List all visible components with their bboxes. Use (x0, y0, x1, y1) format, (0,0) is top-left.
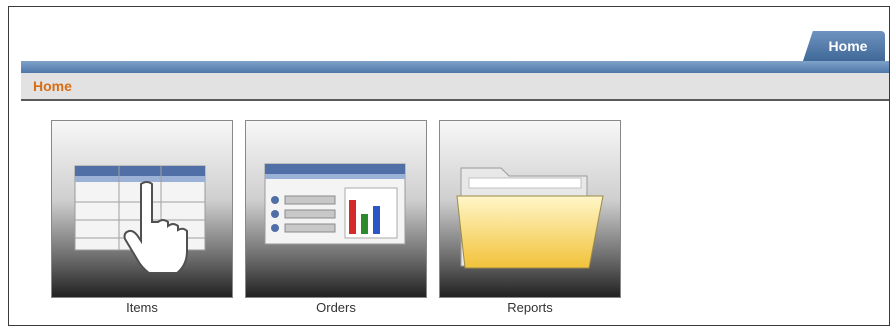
reports-tile[interactable]: Reports (439, 120, 621, 315)
list-chart-icon (264, 163, 406, 245)
header-bar (21, 61, 889, 73)
tab-home[interactable]: Home (803, 31, 885, 61)
tab-home-label: Home (828, 38, 868, 54)
folder-icon (456, 167, 604, 269)
breadcrumb-bar: Home (21, 73, 889, 101)
breadcrumb[interactable]: Home (33, 78, 72, 94)
app-frame: Home Home Items Orders Reports (8, 6, 890, 326)
items-tile-label: Items (126, 300, 158, 315)
orders-tile[interactable]: Orders (245, 120, 427, 315)
reports-tile-label: Reports (507, 300, 553, 315)
table-hand-icon (74, 165, 206, 274)
orders-tile-label: Orders (316, 300, 356, 315)
items-tile[interactable]: Items (51, 120, 233, 315)
